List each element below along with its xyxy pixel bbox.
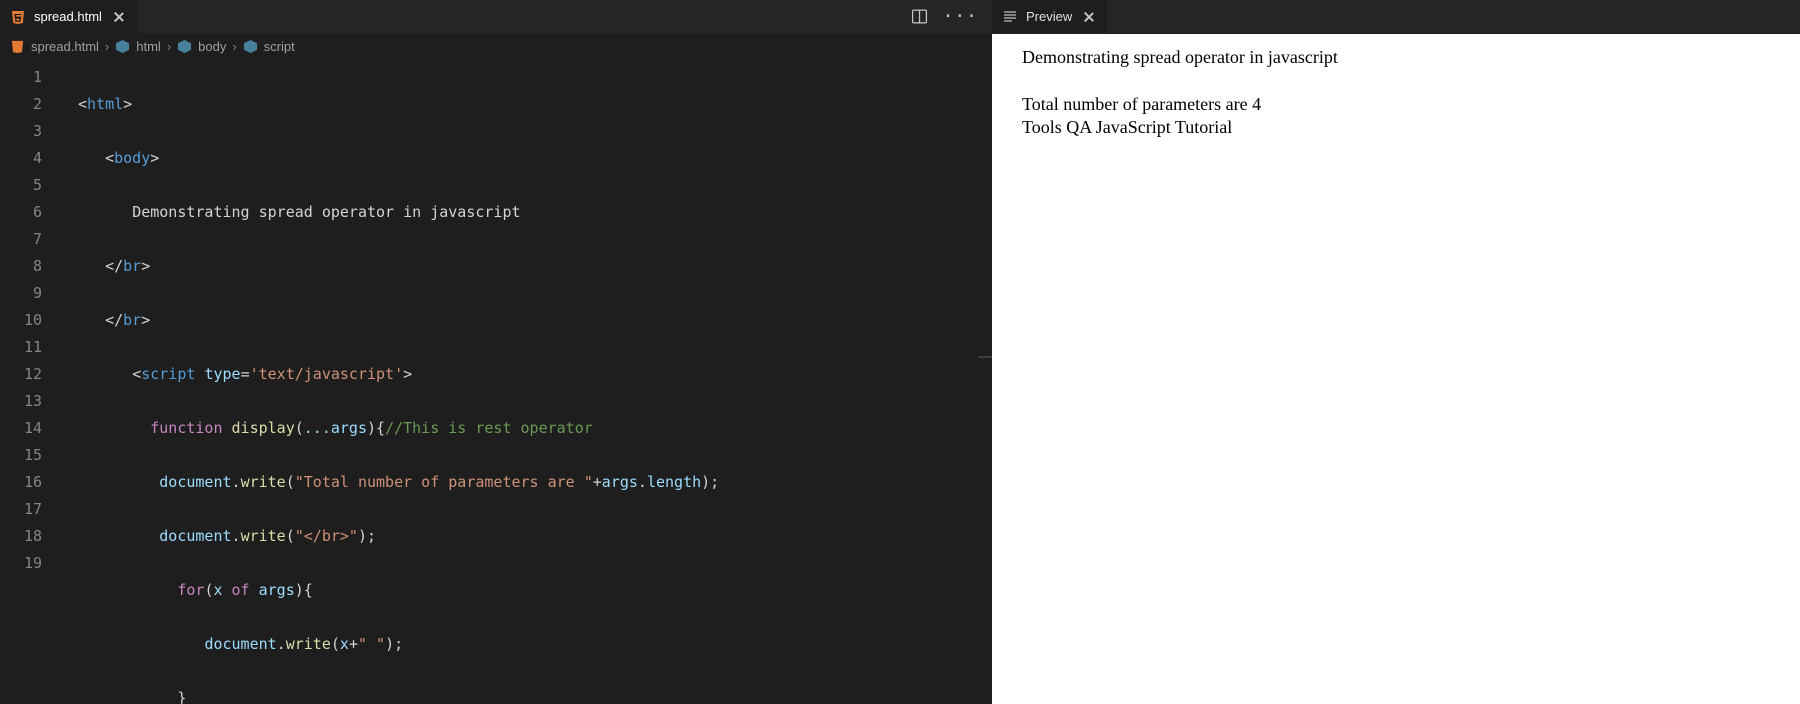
line-number-gutter: 123 456 789 101112 131415 161718 19: [0, 60, 56, 704]
breadcrumb[interactable]: spread.html › html › body › script: [0, 34, 992, 60]
symbol-icon: [177, 39, 192, 54]
close-icon[interactable]: [1082, 10, 1096, 24]
tab-label: spread.html: [34, 9, 102, 24]
html-file-icon: [10, 9, 26, 25]
preview-tab-label: Preview: [1026, 9, 1072, 24]
chevron-right-icon: ›: [232, 39, 236, 54]
editor-action-bar: ···: [896, 0, 992, 33]
symbol-icon: [115, 39, 130, 54]
close-icon[interactable]: [112, 10, 126, 24]
html-file-icon: [10, 39, 25, 54]
editor-body[interactable]: 123 456 789 101112 131415 161718 19 <htm…: [0, 60, 992, 704]
preview-line: [1022, 69, 1790, 92]
tab-spread-html[interactable]: spread.html: [0, 0, 137, 33]
preview-icon: [1002, 9, 1018, 25]
more-actions-icon[interactable]: ···: [942, 8, 978, 26]
preview-line: Tools QA JavaScript Tutorial: [1022, 116, 1790, 139]
preview-tab-bar: Preview: [992, 0, 1800, 33]
split-editor-icon[interactable]: [910, 8, 928, 26]
editor-tab-bar: spread.html ···: [0, 0, 992, 33]
symbol-icon: [243, 39, 258, 54]
breadcrumb-file: spread.html: [31, 39, 99, 54]
breadcrumb-part: script: [264, 39, 295, 54]
preview-line: Demonstrating spread operator in javascr…: [1022, 46, 1790, 69]
chevron-right-icon: ›: [105, 39, 109, 54]
code-editor: spread.html › html › body › script 123 4…: [0, 34, 992, 704]
tab-preview[interactable]: Preview: [992, 0, 1107, 33]
html-preview: Demonstrating spread operator in javascr…: [992, 34, 1800, 704]
breadcrumb-part: html: [136, 39, 161, 54]
overview-ruler[interactable]: [978, 60, 992, 704]
chevron-right-icon: ›: [167, 39, 171, 54]
code-area[interactable]: <html> <body> Demonstrating spread opera…: [56, 60, 992, 704]
preview-line: Total number of parameters are 4: [1022, 93, 1790, 116]
breadcrumb-part: body: [198, 39, 226, 54]
